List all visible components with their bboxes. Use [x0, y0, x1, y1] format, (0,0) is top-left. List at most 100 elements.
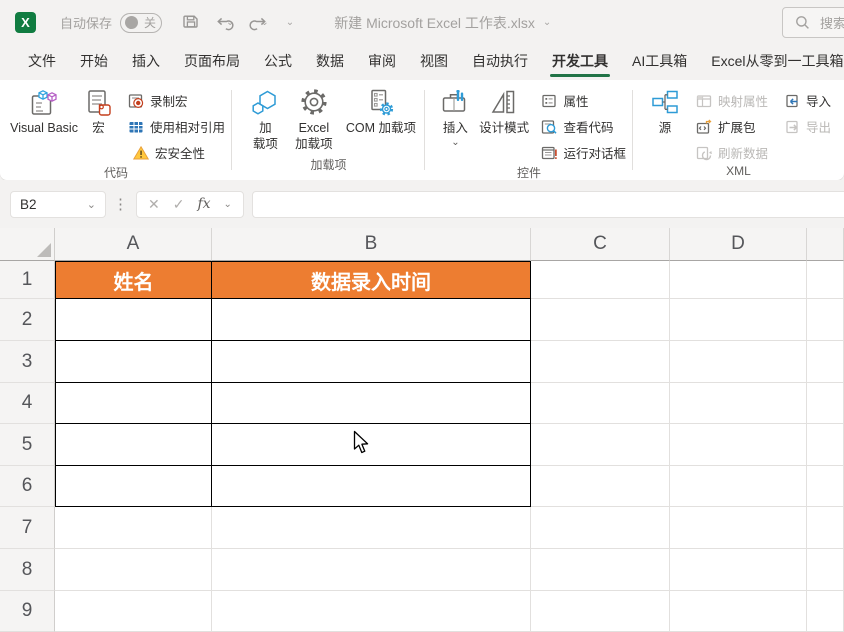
tab-ai-toolbox[interactable]: AI工具箱	[620, 51, 699, 80]
cell-B6[interactable]	[212, 466, 531, 507]
view-code-button[interactable]: 查看代码	[538, 115, 629, 138]
autosave-toggle[interactable]: 关	[120, 13, 162, 33]
cell-B4[interactable]	[212, 383, 531, 424]
cell-D5[interactable]	[670, 424, 807, 466]
redo-dropdown-icon[interactable]: ⌄	[260, 17, 268, 28]
tab-automate[interactable]: 自动执行	[460, 51, 540, 80]
row-header-3[interactable]: 3	[0, 341, 55, 383]
qat-customize-icon[interactable]: ⌄	[286, 17, 294, 28]
cell-E4[interactable]	[807, 383, 844, 424]
autosave-control[interactable]: 自动保存 关	[60, 13, 162, 33]
row-header-2[interactable]: 2	[0, 299, 55, 341]
use-relative-references-button[interactable]: 使用相对引用	[125, 115, 228, 138]
cell-D3[interactable]	[670, 341, 807, 383]
row-header-4[interactable]: 4	[0, 383, 55, 424]
macro-security-button[interactable]: 宏安全性	[125, 141, 228, 164]
tab-home[interactable]: 开始	[68, 51, 120, 80]
cell-A1[interactable]: 姓名	[55, 261, 212, 299]
cell-D9[interactable]	[670, 591, 807, 632]
cell-D1[interactable]	[670, 261, 807, 299]
tab-view[interactable]: 视图	[408, 51, 460, 80]
row-header-5[interactable]: 5	[0, 424, 55, 466]
name-box[interactable]: B2 ⌄	[10, 191, 106, 218]
cell-E5[interactable]	[807, 424, 844, 466]
cell-E1[interactable]	[807, 261, 844, 299]
run-dialog-button[interactable]: 运行对话框	[538, 141, 629, 164]
col-header-E[interactable]	[807, 228, 844, 261]
cancel-icon[interactable]: ✕	[148, 196, 160, 213]
cell-D4[interactable]	[670, 383, 807, 424]
row-header-9[interactable]: 9	[0, 591, 55, 632]
properties-button[interactable]: 属性	[538, 89, 629, 112]
tab-review[interactable]: 审阅	[356, 51, 408, 80]
cell-C8[interactable]	[531, 549, 670, 591]
row-header-7[interactable]: 7	[0, 507, 55, 549]
formula-bar-drag-handle[interactable]: ⋮	[113, 195, 129, 213]
cell-E3[interactable]	[807, 341, 844, 383]
cell-C6[interactable]	[531, 466, 670, 507]
tab-file[interactable]: 文件	[16, 51, 68, 80]
cell-B8[interactable]	[212, 549, 531, 591]
cell-D7[interactable]	[670, 507, 807, 549]
cell-E7[interactable]	[807, 507, 844, 549]
cell-C7[interactable]	[531, 507, 670, 549]
col-header-D[interactable]: D	[670, 228, 807, 261]
col-header-C[interactable]: C	[531, 228, 670, 261]
cell-D2[interactable]	[670, 299, 807, 341]
cell-B2[interactable]	[212, 299, 531, 341]
cell-A3[interactable]	[55, 341, 212, 383]
fx-dropdown-icon[interactable]: ⌄	[224, 199, 232, 210]
cell-A9[interactable]	[55, 591, 212, 632]
cell-E9[interactable]	[807, 591, 844, 632]
cell-C2[interactable]	[531, 299, 670, 341]
record-macro-button[interactable]: 录制宏	[125, 89, 228, 112]
redo-button[interactable]: ⌄	[249, 14, 268, 32]
title-dropdown-icon[interactable]: ⌄	[543, 17, 551, 28]
select-all-corner[interactable]	[0, 228, 55, 261]
row-header-8[interactable]: 8	[0, 549, 55, 591]
cell-B3[interactable]	[212, 341, 531, 383]
save-icon[interactable]	[182, 12, 200, 33]
undo-dropdown-icon[interactable]: ⌄	[226, 17, 234, 28]
row-header-6[interactable]: 6	[0, 466, 55, 507]
name-box-dropdown-icon[interactable]: ⌄	[87, 198, 96, 211]
cell-C5[interactable]	[531, 424, 670, 466]
design-mode-button[interactable]: 设计模式	[476, 85, 533, 137]
cell-C9[interactable]	[531, 591, 670, 632]
addins-button[interactable]: 加 载项	[244, 85, 287, 152]
visual-basic-button[interactable]: Visual Basic	[8, 85, 80, 137]
cell-B7[interactable]	[212, 507, 531, 549]
tab-formulas[interactable]: 公式	[252, 51, 304, 80]
col-header-A[interactable]: A	[55, 228, 212, 261]
cell-E8[interactable]	[807, 549, 844, 591]
tab-data[interactable]: 数据	[304, 51, 356, 80]
com-addins-button[interactable]: COM 加载项	[341, 85, 421, 137]
cell-E2[interactable]	[807, 299, 844, 341]
tab-insert[interactable]: 插入	[120, 51, 172, 80]
macros-button[interactable]: 宏	[80, 85, 117, 137]
cell-A8[interactable]	[55, 549, 212, 591]
cell-C1[interactable]	[531, 261, 670, 299]
tab-excel-zero-to-one-toolbox[interactable]: Excel从零到一工具箱	[699, 51, 844, 80]
insert-control-button[interactable]: 插入 ⌄	[435, 85, 476, 146]
search-input[interactable]: 搜索	[782, 7, 844, 38]
expansion-packs-button[interactable]: 扩展包	[693, 115, 771, 138]
excel-addins-button[interactable]: Excel 加载项	[287, 85, 341, 152]
cell-C3[interactable]	[531, 341, 670, 383]
xml-import-button[interactable]: 导入	[781, 89, 834, 112]
enter-icon[interactable]: ✓	[173, 196, 185, 213]
document-title[interactable]: 新建 Microsoft Excel 工作表.xlsx ⌄	[334, 13, 551, 33]
cell-D8[interactable]	[670, 549, 807, 591]
undo-button[interactable]: ⌄	[215, 14, 234, 32]
cell-C4[interactable]	[531, 383, 670, 424]
cell-A5[interactable]	[55, 424, 212, 466]
cell-B9[interactable]	[212, 591, 531, 632]
cell-B5[interactable]	[212, 424, 531, 466]
tab-page-layout[interactable]: 页面布局	[172, 51, 252, 80]
cell-A7[interactable]	[55, 507, 212, 549]
cell-A2[interactable]	[55, 299, 212, 341]
insert-function-icon[interactable]: fx	[197, 196, 210, 212]
cell-B1[interactable]: 数据录入时间	[212, 261, 531, 299]
cell-D6[interactable]	[670, 466, 807, 507]
cell-A4[interactable]	[55, 383, 212, 424]
